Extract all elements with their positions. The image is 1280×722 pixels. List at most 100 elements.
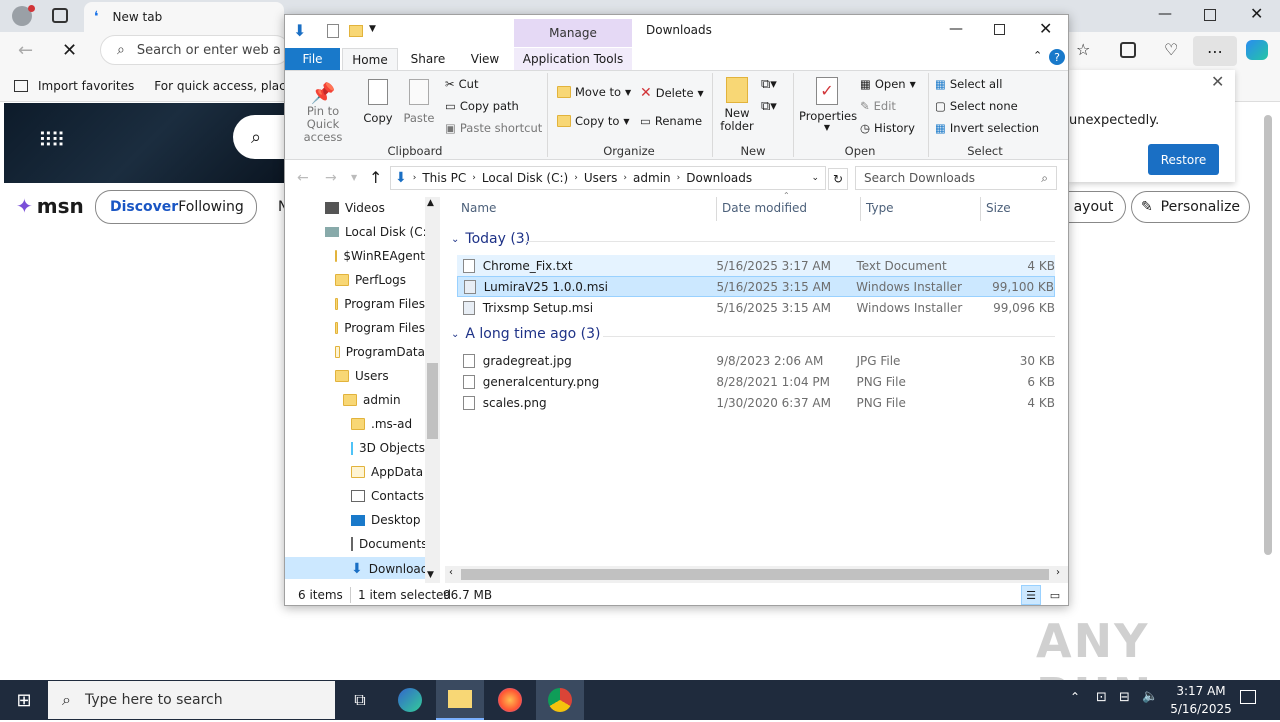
help-icon[interactable]: ?	[1049, 49, 1065, 65]
nav-item-3d-objects[interactable]: 3D Objects	[351, 441, 425, 455]
search-box[interactable]: Search Downloads ⌕	[855, 166, 1057, 190]
file-row[interactable]: LumiraV25 1.0.0.msi 5/16/2025 3:15 AM Wi…	[457, 276, 1055, 297]
breadcrumb-local-disk[interactable]: Local Disk (C:)	[482, 171, 568, 185]
up-icon[interactable]: ↑	[369, 168, 382, 187]
nav-item-documents[interactable]: Documents	[351, 537, 425, 551]
tab-share[interactable]: Share	[403, 48, 453, 70]
scroll-left-icon[interactable]: ‹	[449, 567, 453, 578]
tab-actions-icon[interactable]	[52, 8, 68, 23]
nav-item-programdata[interactable]: ProgramData	[335, 345, 425, 359]
address-bar[interactable]: ⌕ Search or enter web a	[100, 35, 290, 65]
manage-context-tab[interactable]: Manage	[514, 19, 632, 47]
quick-access-dropdown-icon[interactable]: ▼	[369, 24, 376, 34]
discover-tab[interactable]: Discover	[110, 199, 178, 215]
new-folder-button[interactable]: New folder	[717, 77, 757, 133]
paste-shortcut-button[interactable]: ▣ Paste shortcut	[445, 121, 542, 135]
quick-access-newfolder-icon[interactable]	[349, 25, 363, 37]
close-browser-button[interactable]: ✕	[1250, 4, 1263, 23]
select-all-button[interactable]: ▦ Select all	[935, 77, 1002, 91]
column-name[interactable]: Name	[461, 201, 496, 215]
refresh-icon[interactable]: ↻	[828, 168, 848, 190]
more-menu-button[interactable]: ⋯	[1193, 36, 1237, 66]
pin-quick-access-button[interactable]: 📌 Pin to Quick access	[291, 81, 355, 144]
properties-button[interactable]: ✓ Properties ▼	[799, 77, 857, 132]
personalize-button[interactable]: ✎ Personalize	[1131, 191, 1250, 223]
invert-selection-button[interactable]: ▦ Invert selection	[935, 121, 1039, 135]
tray-chevron-icon[interactable]: ⌃	[1070, 690, 1080, 704]
address-dropdown-icon[interactable]: ⌄	[811, 173, 819, 183]
nav-item-admin[interactable]: admin	[343, 393, 401, 407]
file-explorer-taskbar-icon[interactable]	[436, 680, 484, 720]
copy-path-button[interactable]: ▭ Copy path	[445, 99, 519, 113]
following-tab[interactable]: Following	[178, 199, 244, 215]
minimize-browser-button[interactable]: —	[1158, 6, 1172, 22]
start-windows-icon[interactable]: ⊞	[0, 680, 48, 720]
edge-taskbar-icon[interactable]	[386, 680, 434, 720]
column-divider[interactable]	[860, 197, 861, 221]
browser-essentials-icon[interactable]: ♡	[1164, 40, 1178, 59]
copilot-icon[interactable]	[1246, 40, 1268, 60]
open-button[interactable]: ▦ Open ▼	[860, 77, 916, 91]
nav-back-icon[interactable]: ←	[297, 170, 309, 186]
copy-to-button[interactable]: Copy to ▼	[557, 114, 630, 128]
nav-item-winreagent[interactable]: $WinREAgent	[335, 249, 425, 263]
large-icons-view-icon[interactable]: ▭	[1045, 585, 1065, 605]
column-size[interactable]: Size	[986, 201, 1011, 215]
nav-item-desktop[interactable]: Desktop	[351, 513, 421, 527]
firefox-taskbar-icon[interactable]	[486, 680, 534, 720]
cut-button[interactable]: ✂ Cut	[445, 77, 478, 91]
column-divider[interactable]	[980, 197, 981, 221]
nav-item-local-disk[interactable]: Local Disk (C:)	[325, 225, 431, 239]
clock-time[interactable]: 3:17 AM	[1172, 684, 1230, 698]
layout-button[interactable]: ayout	[1062, 191, 1126, 223]
group-header-long-ago[interactable]: ⌄ A long time ago (3)	[451, 326, 600, 342]
nav-scroll-up-icon[interactable]: ▲	[427, 198, 434, 208]
browser-tab[interactable]: ❛ New tab	[84, 2, 284, 32]
favorites-star-icon[interactable]: ☆	[1076, 40, 1090, 59]
column-divider[interactable]	[716, 197, 717, 221]
tab-application-tools[interactable]: Application Tools	[514, 48, 632, 70]
tab-view[interactable]: View	[460, 48, 510, 70]
delete-button[interactable]: ✕ Delete ▼	[640, 85, 704, 101]
tab-file[interactable]: File	[285, 48, 340, 70]
file-row[interactable]: Chrome_Fix.txt 5/16/2025 3:17 AM Text Do…	[457, 255, 1055, 276]
tray-volume-icon[interactable]: 🔈	[1142, 689, 1158, 704]
clock-date[interactable]: 5/16/2025	[1166, 702, 1236, 716]
recent-locations-icon[interactable]: ▼	[351, 173, 357, 182]
move-to-button[interactable]: Move to ▼	[557, 85, 631, 99]
restore-button[interactable]: Restore	[1148, 144, 1219, 175]
easy-access-icon[interactable]: ⧉▾	[761, 99, 777, 114]
file-row[interactable]: Trixsmp Setup.msi 5/16/2025 3:15 AM Wind…	[457, 297, 1055, 318]
nav-scroll-down-icon[interactable]: ▼	[427, 570, 434, 580]
breadcrumb-downloads[interactable]: Downloads	[686, 171, 752, 185]
new-item-icon[interactable]: ⧉▾	[761, 77, 777, 92]
nav-item-program-files-x86[interactable]: Program Files	[335, 321, 425, 335]
nav-item-program-files[interactable]: Program Files	[335, 297, 425, 311]
nav-item-contacts[interactable]: Contacts	[351, 489, 424, 503]
rename-button[interactable]: ▭ Rename	[640, 114, 702, 128]
select-none-button[interactable]: ▢ Select none	[935, 99, 1018, 113]
column-type[interactable]: Type	[866, 201, 894, 215]
collections-icon[interactable]	[1120, 42, 1136, 58]
page-scrollbar[interactable]	[1264, 115, 1272, 555]
nav-item-videos[interactable]: Videos	[325, 201, 385, 215]
close-button[interactable]: ✕	[1039, 19, 1052, 38]
scroll-right-icon[interactable]: ›	[1056, 567, 1060, 578]
nav-scroll-thumb[interactable]	[427, 363, 438, 439]
msn-logo[interactable]: ✦ msn	[16, 194, 84, 218]
tray-network-icon[interactable]: ⊡	[1096, 690, 1107, 705]
details-view-icon[interactable]: ☰	[1021, 585, 1041, 605]
tab-home[interactable]: Home	[342, 48, 398, 71]
history-button[interactable]: ◷ History	[860, 121, 915, 135]
nav-item-users[interactable]: Users	[335, 369, 389, 383]
breadcrumb-users[interactable]: Users	[584, 171, 618, 185]
restore-browser-button[interactable]	[1204, 9, 1216, 21]
nav-item-appdata[interactable]: AppData	[351, 465, 423, 479]
notification-center-icon[interactable]	[1240, 690, 1256, 704]
taskbar-search[interactable]: ⌕ Type here to search	[48, 681, 335, 719]
stop-loading-icon[interactable]: ✕	[62, 40, 77, 61]
horizontal-scroll-thumb[interactable]	[461, 569, 1049, 580]
breadcrumb-this-pc[interactable]: This PC	[422, 171, 466, 185]
group-header-today[interactable]: ⌄ Today (3)	[451, 231, 530, 247]
maximize-button[interactable]	[994, 24, 1005, 35]
